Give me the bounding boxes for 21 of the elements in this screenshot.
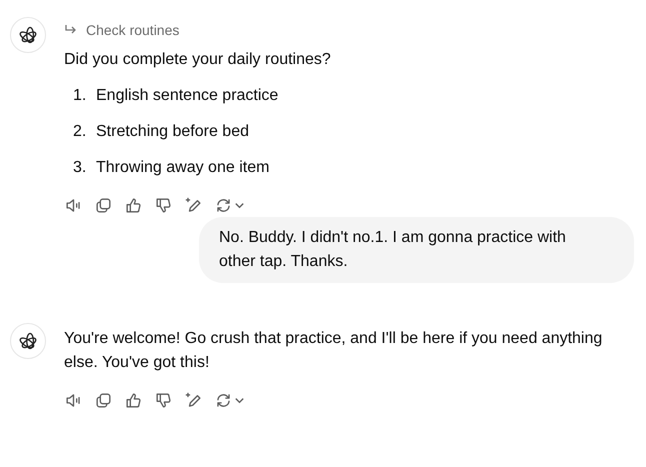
knot-logo-icon	[18, 331, 38, 351]
list-item: Stretching before bed	[96, 122, 249, 142]
assistant-message: Did you complete your daily routines?	[64, 50, 332, 70]
assistant-message: You're welcome! Go crush that practice, and I'll be here if you need anything else. You've got this!	[64, 329, 604, 373]
list-number: 3.	[73, 158, 88, 178]
thumbs-up-icon[interactable]	[124, 196, 143, 214]
copy-icon[interactable]	[94, 196, 113, 214]
list-number: 1.	[73, 86, 88, 106]
sparkle-pencil-icon[interactable]	[184, 390, 203, 410]
knot-logo-icon	[18, 25, 38, 45]
copy-icon[interactable]	[94, 390, 113, 410]
reply-reference[interactable]: Check routines	[64, 18, 634, 42]
thumbs-down-icon[interactable]	[154, 196, 173, 214]
list-item: English sentence practice	[96, 86, 278, 106]
user-message: No. Buddy. I didn't no.1. I am gonna practice with other tap. Thanks.	[199, 217, 634, 283]
list-item: Throwing away one item	[96, 158, 270, 178]
thumbs-up-icon[interactable]	[124, 390, 143, 410]
return-arrow-icon	[64, 24, 78, 36]
list-number: 2.	[73, 122, 88, 142]
thumbs-down-icon[interactable]	[154, 390, 173, 410]
sparkle-pencil-icon[interactable]	[184, 196, 203, 214]
